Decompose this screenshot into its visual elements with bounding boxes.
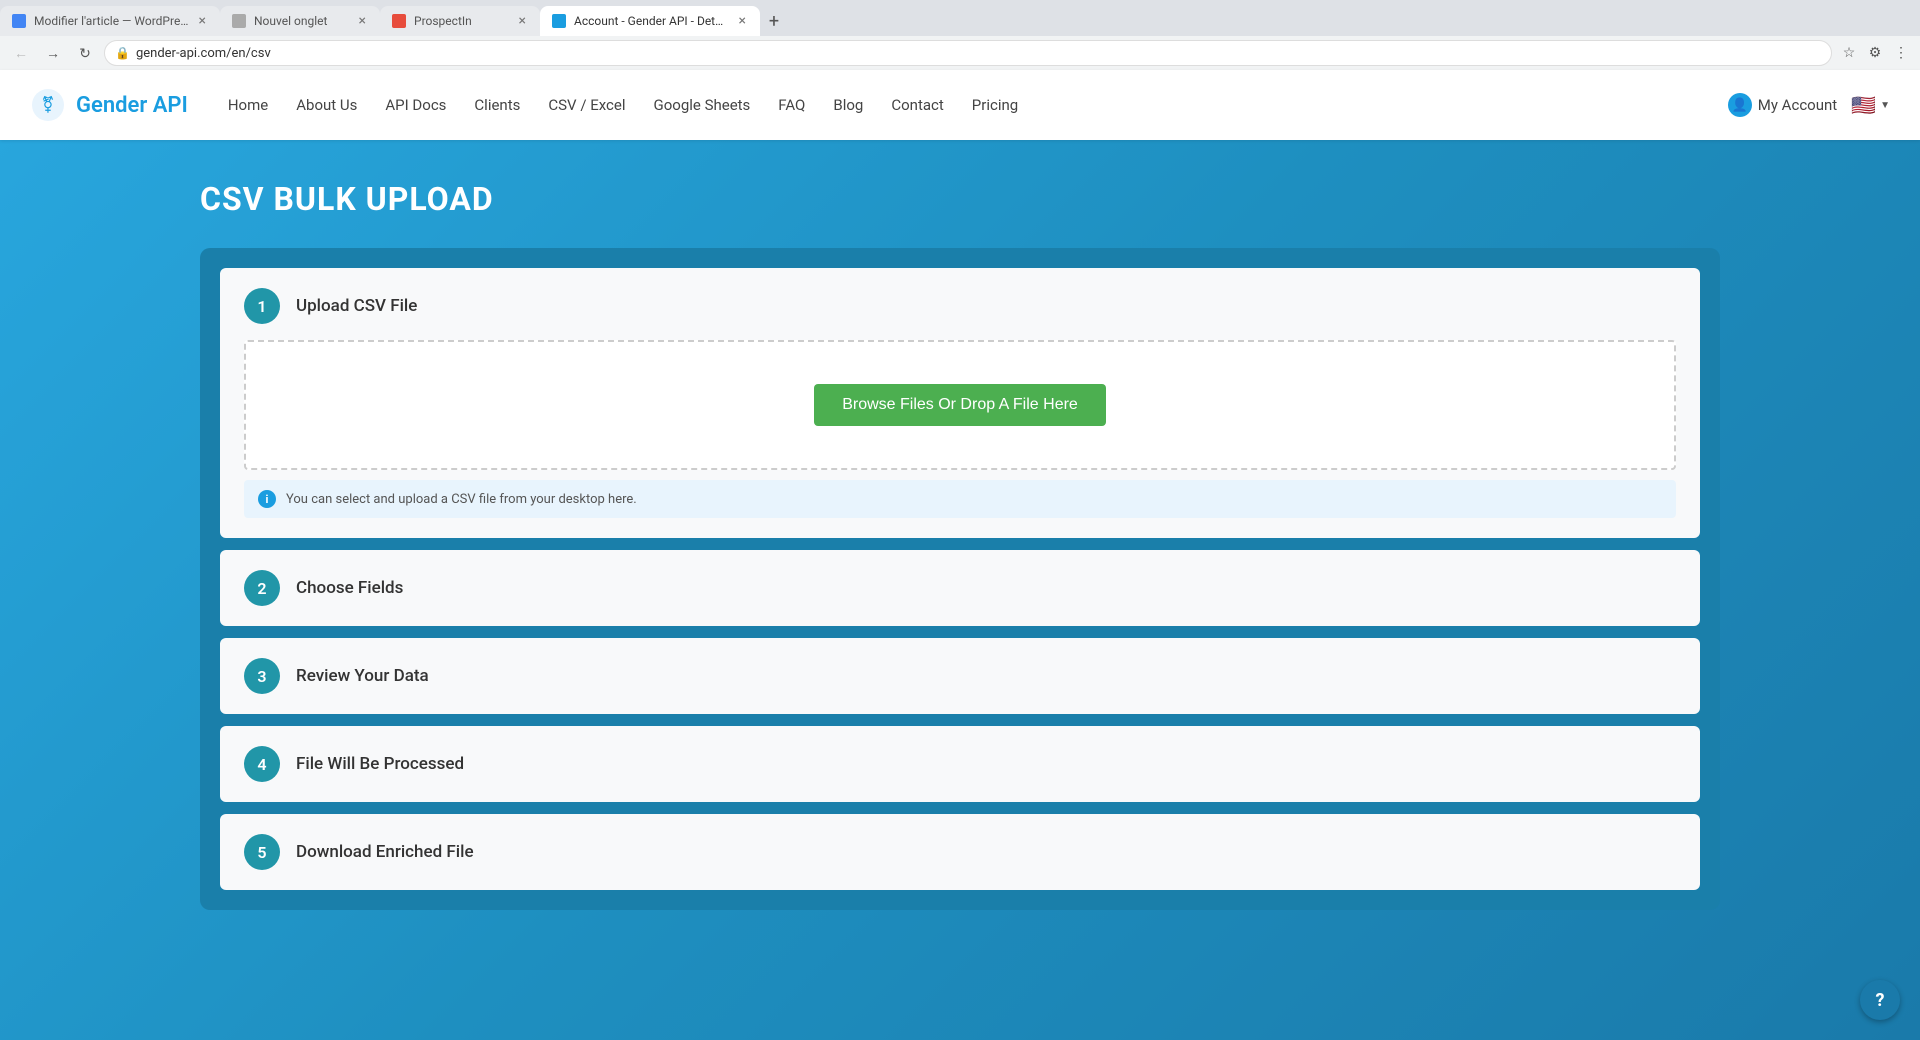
tab-nouvel-onglet[interactable]: Nouvel onglet × (220, 6, 380, 36)
tab-favicon (232, 14, 246, 28)
step-4-card: 4 File Will Be Processed (220, 726, 1700, 802)
account-icon: 👤 (1728, 93, 1752, 117)
tab-title: Nouvel onglet (254, 14, 349, 28)
tab-prospectin[interactable]: ProspectIn × (380, 6, 540, 36)
tab-close-icon[interactable]: × (357, 12, 368, 30)
step-3-header: 3 Review Your Data (244, 658, 1676, 694)
nav-right: 👤 My Account 🇺🇸 ▼ (1728, 93, 1890, 117)
chevron-down-icon: ▼ (1880, 100, 1890, 111)
browse-files-button[interactable]: Browse Files Or Drop A File Here (814, 384, 1106, 426)
site-navbar: ⚧ Gender API Home About Us API Docs Clie… (0, 70, 1920, 140)
tab-favicon (12, 14, 26, 28)
step-5-header: 5 Download Enriched File (244, 834, 1676, 870)
tab-title: Modifier l'article — WordPress (34, 14, 189, 28)
step-2-number: 2 (244, 570, 280, 606)
main-content: CSV BULK UPLOAD 1 Upload CSV File Browse… (0, 140, 1920, 950)
nav-blog[interactable]: Blog (833, 96, 863, 114)
nav-csv-excel[interactable]: CSV / Excel (548, 96, 625, 114)
address-bar[interactable]: 🔒 gender-api.com/en/csv (104, 40, 1832, 66)
nav-pricing[interactable]: Pricing (972, 96, 1018, 114)
address-text: gender-api.com/en/csv (136, 46, 1821, 61)
tab-title: ProspectIn (414, 14, 509, 28)
logo-text: Gender API (76, 93, 188, 118)
tab-favicon (392, 14, 406, 28)
nav-clients[interactable]: Clients (474, 96, 520, 114)
nav-links: Home About Us API Docs Clients CSV / Exc… (228, 96, 1728, 114)
tab-wordpress[interactable]: Modifier l'article — WordPress × (0, 6, 220, 36)
step-1-number: 1 (244, 288, 280, 324)
bookmark-icon[interactable]: ☆ (1838, 42, 1860, 64)
step-2-card: 2 Choose Fields (220, 550, 1700, 626)
step-1-header: 1 Upload CSV File (244, 288, 1676, 324)
new-tab-button[interactable]: + (760, 7, 788, 35)
step-5-number: 5 (244, 834, 280, 870)
upload-info: i You can select and upload a CSV file f… (244, 480, 1676, 518)
upload-dropzone[interactable]: Browse Files Or Drop A File Here (244, 340, 1676, 470)
info-icon: i (258, 490, 276, 508)
browser-toolbar: ← → ↻ 🔒 gender-api.com/en/csv ☆ ⚙ ⋮ (0, 36, 1920, 70)
browser-chrome: Modifier l'article — WordPress × Nouvel … (0, 0, 1920, 70)
upload-info-text: You can select and upload a CSV file fro… (286, 492, 637, 507)
tab-close-icon[interactable]: × (197, 12, 208, 30)
logo-icon: ⚧ (30, 87, 66, 123)
nav-home[interactable]: Home (228, 96, 268, 114)
step-4-number: 4 (244, 746, 280, 782)
forward-button[interactable]: → (40, 40, 66, 66)
lock-icon: 🔒 (115, 46, 130, 60)
my-account-button[interactable]: 👤 My Account (1728, 93, 1837, 117)
step-4-title: File Will Be Processed (296, 754, 464, 774)
reload-button[interactable]: ↻ (72, 40, 98, 66)
tab-close-icon[interactable]: × (517, 12, 528, 30)
svg-text:⚧: ⚧ (41, 95, 54, 114)
step-2-title: Choose Fields (296, 578, 403, 598)
step-4-header: 4 File Will Be Processed (244, 746, 1676, 782)
extensions-icon[interactable]: ⚙ (1864, 42, 1886, 64)
steps-container: 1 Upload CSV File Browse Files Or Drop A… (200, 248, 1720, 910)
step-3-card: 3 Review Your Data (220, 638, 1700, 714)
flag-emoji: 🇺🇸 (1851, 93, 1876, 117)
nav-faq[interactable]: FAQ (778, 96, 805, 114)
tab-title-active: Account - Gender API - Determ... (574, 14, 729, 28)
step-2-header: 2 Choose Fields (244, 570, 1676, 606)
page-title: CSV BULK UPLOAD (200, 180, 1720, 218)
step-3-number: 3 (244, 658, 280, 694)
nav-api-docs[interactable]: API Docs (385, 96, 446, 114)
tab-favicon (552, 14, 566, 28)
tab-close-icon[interactable]: × (737, 12, 748, 30)
toolbar-actions: ☆ ⚙ ⋮ (1838, 42, 1912, 64)
nav-contact[interactable]: Contact (891, 96, 943, 114)
help-button[interactable]: ? (1860, 980, 1900, 1020)
step-5-title: Download Enriched File (296, 842, 474, 862)
menu-icon[interactable]: ⋮ (1890, 42, 1912, 64)
tab-bar: Modifier l'article — WordPress × Nouvel … (0, 0, 1920, 36)
step-1-title: Upload CSV File (296, 296, 417, 316)
tab-genderapi[interactable]: Account - Gender API - Determ... × (540, 6, 760, 36)
step-3-title: Review Your Data (296, 666, 429, 686)
step-1-card: 1 Upload CSV File Browse Files Or Drop A… (220, 268, 1700, 538)
step-5-card: 5 Download Enriched File (220, 814, 1700, 890)
back-button[interactable]: ← (8, 40, 34, 66)
logo-area[interactable]: ⚧ Gender API (30, 87, 188, 123)
my-account-label: My Account (1758, 96, 1837, 114)
nav-about[interactable]: About Us (296, 96, 357, 114)
language-selector[interactable]: 🇺🇸 ▼ (1851, 93, 1890, 117)
nav-google-sheets[interactable]: Google Sheets (654, 96, 751, 114)
